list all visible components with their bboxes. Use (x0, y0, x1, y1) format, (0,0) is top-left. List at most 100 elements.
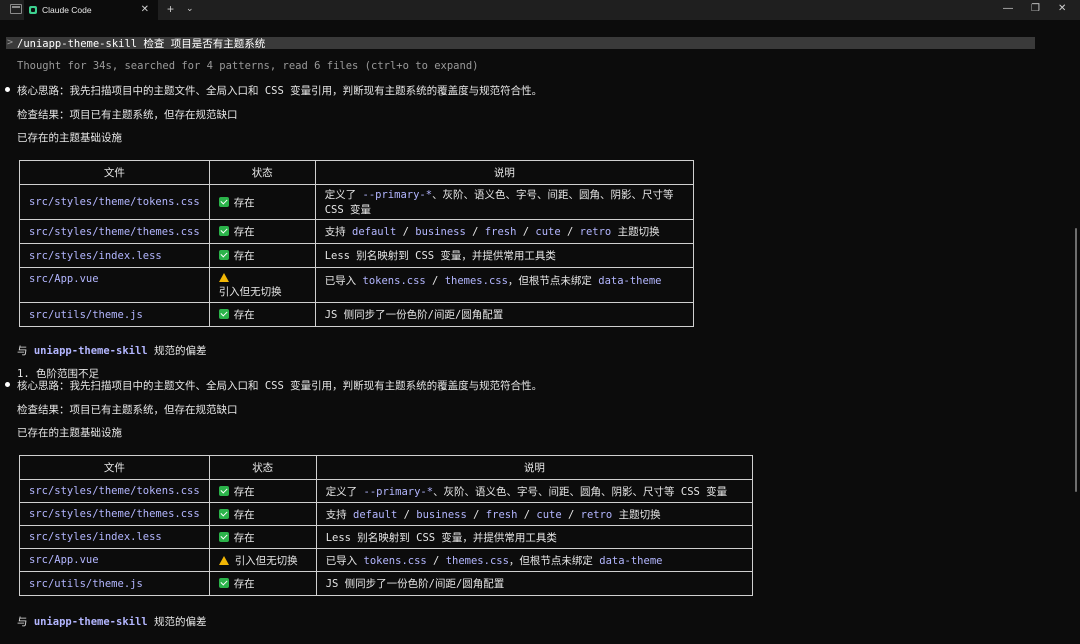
desc-text: 定义了 (325, 485, 364, 498)
table-header-desc: 说明 (314, 160, 695, 185)
desc-code: default (353, 508, 398, 521)
file-cell: src/styles/theme/themes.css (19, 502, 210, 526)
theme-file-table: 文件 状态 说明 src/styles/theme/tokens.css 存在 … (19, 160, 695, 327)
desc-code: retro (580, 508, 613, 521)
table-row: src/App.vue 引入但无切换 已导入 tokens.css / them… (19, 267, 695, 303)
table-row: src/styles/index.less 存在 Less 别名映射到 CSS … (19, 243, 695, 268)
table-header-file: 文件 (19, 160, 210, 185)
terminal-icon[interactable] (10, 4, 22, 14)
desc-code: business (415, 226, 466, 238)
status-cell: 引入但无切换 (208, 548, 317, 572)
restore-icon[interactable]: ❐ (1031, 3, 1040, 14)
desc-text: ，但根节点未绑定 (507, 275, 599, 287)
deviation-prefix: 与 (17, 345, 34, 357)
status-text: 存在 (233, 196, 255, 209)
warning-icon (218, 555, 229, 565)
status-cell: 存在 (208, 525, 317, 549)
desc-sep: / (561, 508, 581, 521)
desc-cell: 定义了 --primary-*、灰阶、语义色、字号、间距、圆角、阴影、尺寸等 C… (315, 479, 754, 503)
core-idea-text: 核心思路：我先扫描项目中的主题文件、全局入口和 CSS 变量引用，判断现有主题系… (17, 380, 543, 392)
check-icon (218, 309, 229, 319)
skill-name: uniapp-theme-skill (33, 345, 148, 357)
check-icon (218, 485, 229, 496)
desc-text: CSS 变量 (324, 204, 371, 216)
desc-cell: 支持 default / business / fresh / cute / r… (314, 219, 695, 244)
minimize-icon[interactable]: — (1003, 3, 1013, 14)
check-icon (218, 508, 229, 519)
status-text: 引入但无切换 (234, 554, 298, 567)
status-cell: 存在 (208, 502, 317, 526)
status-text: 存在 (233, 250, 255, 262)
table-header-desc: 说明 (315, 455, 754, 480)
status-text: 存在 (233, 508, 255, 521)
check-result-text: 检查结果：项目已有主题系统，但存在规范缺口 (17, 109, 238, 121)
desc-code: cute (535, 226, 561, 238)
table-row: src/utils/theme.js 存在 JS 侧同步了一份色阶/间距/圆角配… (19, 571, 754, 596)
file-cell: src/utils/theme.js (19, 571, 210, 596)
deviation-heading: 与 uniapp-theme-skill 规范的偏差 (17, 343, 206, 358)
command-text: /uniapp-theme-skill 检查 项目是否有主题系统 (17, 38, 266, 50)
bullet-icon (5, 382, 10, 387)
file-cell: src/styles/index.less (19, 243, 210, 268)
table-header-file: 文件 (19, 455, 210, 480)
desc-text: CSS 变量 (680, 485, 728, 498)
theme-file-table: 文件 状态 说明 src/styles/theme/tokens.css 存在 … (19, 455, 754, 596)
desc-text: 主题切换 (611, 226, 660, 238)
tab-claude-code[interactable]: Claude Code ✕ (24, 0, 158, 20)
desc-text: 已导入 (325, 554, 364, 567)
thought-summary[interactable]: Thought for 34s, searched for 4 patterns… (17, 60, 478, 72)
desc-cell: 已导入 tokens.css / themes.css，但根节点未绑定 data… (314, 267, 695, 303)
desc-code: retro (579, 226, 612, 238)
tab-close-icon[interactable]: ✕ (141, 4, 149, 15)
desc-text: ，但根节点未绑定 (508, 554, 600, 567)
desc-cell: Less 别名映射到 CSS 变量，并提供常用工具类 (315, 525, 754, 549)
skill-name: uniapp-theme-skill (33, 616, 148, 628)
status-text: 引入但无切换 (218, 285, 282, 298)
check-icon (218, 531, 229, 542)
status-text: 存在 (233, 226, 255, 238)
status-cell: 引入但无切换 (208, 267, 316, 303)
desc-code: themes.css (445, 554, 509, 567)
desc-code: tokens.css (362, 275, 426, 287)
table-row: src/App.vue 引入但无切换 已导入 tokens.css / them… (19, 548, 754, 572)
check-result-text: 检查结果：项目已有主题系统，但存在规范缺口 (17, 404, 238, 416)
desc-cell: 已导入 tokens.css / themes.css，但根节点未绑定 data… (315, 548, 754, 572)
scrollbar-thumb[interactable] (1075, 228, 1077, 492)
file-cell: src/styles/index.less (19, 525, 210, 549)
desc-code: --primary-* (362, 189, 433, 201)
terminal-output[interactable]: > /uniapp-theme-skill 检查 项目是否有主题系统 Thoug… (0, 20, 1080, 644)
desc-sep: / (396, 226, 416, 238)
desc-sep: / (465, 226, 485, 238)
check-icon (218, 196, 229, 207)
status-cell: 存在 (208, 571, 317, 596)
file-cell: src/App.vue (19, 267, 210, 303)
window-close-icon[interactable]: ✕ (1058, 3, 1066, 14)
file-cell: src/styles/theme/themes.css (19, 219, 210, 244)
status-cell: 存在 (208, 219, 316, 244)
file-cell: src/App.vue (19, 548, 210, 572)
claude-code-icon (29, 6, 37, 14)
new-tab-icon[interactable]: + (167, 2, 174, 16)
status-cell: 存在 (208, 184, 316, 220)
table-row: src/styles/theme/tokens.css 存在 定义了 --pri… (19, 479, 754, 503)
deviation-prefix: 与 (17, 616, 34, 628)
desc-code: fresh (484, 226, 517, 238)
table-header-status: 状态 (208, 455, 317, 480)
desc-cell: 定义了 --primary-*、灰阶、语义色、字号、间距、圆角、阴影、尺寸等 CS… (314, 184, 695, 220)
status-text: 存在 (233, 309, 255, 321)
status-text: 存在 (233, 485, 255, 498)
desc-code: themes.css (444, 275, 508, 287)
status-text: 存在 (233, 578, 255, 590)
tab-title: Claude Code (42, 5, 92, 15)
desc-text: 支持 (324, 226, 353, 238)
desc-sep: / (517, 508, 537, 521)
status-cell: 存在 (208, 479, 317, 503)
desc-text: 定义了 (324, 189, 363, 201)
desc-cell: Less 别名映射到 CSS 变量，并提供常用工具类 (314, 243, 695, 268)
table-row: src/styles/theme/themes.css 存在 支持 defaul… (19, 219, 695, 244)
chevron-down-icon[interactable]: ⌄ (186, 3, 194, 14)
desc-code: data-theme (599, 554, 663, 567)
table-header-status: 状态 (208, 160, 316, 185)
desc-text: 主题切换 (612, 508, 661, 521)
title-bar: Claude Code ✕ + ⌄ — ❐ ✕ (0, 0, 1080, 20)
